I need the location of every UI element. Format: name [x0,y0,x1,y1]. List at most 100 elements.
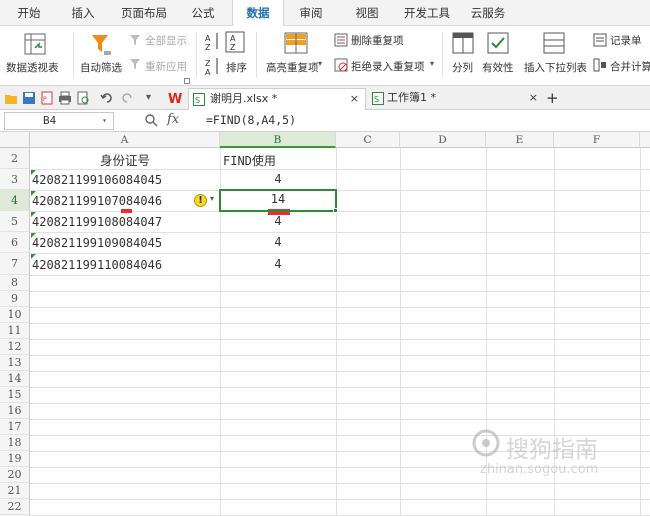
error-warning-icon[interactable]: ! [194,194,207,207]
merge-calc-button[interactable]: 合并计算 [610,59,650,74]
tab-start[interactable]: 开始 [8,0,50,26]
row-header[interactable]: 21 [0,483,30,499]
highlight-duplicates-dropdown-icon[interactable]: ▾ [318,59,322,68]
cell-a3[interactable]: 420821199106084045 [32,173,162,187]
zoom-function-icon[interactable] [144,113,158,130]
cell-a4[interactable]: 420821199107084046 [32,194,162,208]
pivot-table-button[interactable]: 数据透视表 [6,60,59,75]
dropdown-list-icon[interactable] [543,32,565,57]
row-header[interactable]: 14 [0,371,30,387]
remove-duplicates-button[interactable]: 删除重复项 [351,33,404,48]
reject-duplicates-icon[interactable] [334,58,348,75]
new-tab-icon[interactable]: + [546,88,562,110]
cell-a5[interactable]: 420821199108084047 [32,215,162,229]
sort-descending-icon[interactable]: ZA [203,56,221,79]
row-header[interactable]: 10 [0,307,30,323]
select-all-corner[interactable] [0,132,30,148]
column-header-f[interactable]: F [554,132,640,148]
print-preview-icon[interactable] [76,91,90,105]
row-header[interactable]: 22 [0,499,30,515]
split-column-icon[interactable] [452,32,474,57]
undo-icon[interactable] [100,91,114,105]
row-header[interactable]: 5 [0,211,30,232]
sort-button[interactable]: 排序 [226,60,247,75]
row-header[interactable]: 13 [0,355,30,371]
highlight-duplicates-icon[interactable] [284,32,308,57]
row-header[interactable]: 8 [0,275,30,291]
row-header[interactable]: 6 [0,232,30,253]
row-header[interactable]: 19 [0,451,30,467]
warning-dropdown-icon[interactable]: ▾ [210,194,214,203]
cell-b3[interactable]: 4 [220,172,336,186]
dropdown-list-button[interactable]: 插入下拉列表 [524,60,587,75]
cell-b7[interactable]: 4 [220,257,336,271]
name-box-dropdown-icon[interactable]: ▾ [102,113,107,129]
reject-duplicates-button[interactable]: 拒绝录入重复项 [351,59,425,74]
column-header-b[interactable]: B [220,132,336,148]
column-header-a[interactable]: A [30,132,220,148]
reapply-button[interactable]: 重新应用 [145,59,187,74]
sort-dialog-icon[interactable]: AZ [225,31,245,56]
column-header-e[interactable]: E [486,132,554,148]
highlight-duplicates-button[interactable]: 高亮重复项 [266,60,319,75]
cell-b5[interactable]: 4 [220,214,336,228]
tab-developer[interactable]: 开发工具 [398,0,456,26]
validity-icon[interactable] [487,32,509,57]
quick-access-dropdown-icon[interactable]: ▾ [146,91,160,105]
row-header[interactable]: 7 [0,253,30,275]
print-icon[interactable] [58,91,72,105]
split-column-button[interactable]: 分列 [452,60,473,75]
row-header[interactable]: 20 [0,467,30,483]
tab-page-layout[interactable]: 页面布局 [114,0,174,26]
save-icon[interactable] [22,91,36,105]
cell-a2[interactable]: 身份证号 [30,150,220,169]
row-header[interactable]: 2 [0,148,30,169]
cell-a7[interactable]: 420821199110084046 [32,258,162,272]
merge-calc-icon[interactable] [593,58,607,75]
row-header[interactable]: 9 [0,291,30,307]
tab-review[interactable]: 审阅 [292,0,330,26]
show-all-button[interactable]: 全部显示 [145,33,187,48]
row-header[interactable]: 12 [0,339,30,355]
reject-duplicates-dropdown-icon[interactable]: ▾ [430,59,434,68]
validity-button[interactable]: 有效性 [482,60,514,75]
column-header-g[interactable] [640,132,650,148]
row-header[interactable]: 17 [0,419,30,435]
doc-tab-close-icon[interactable]: × [350,89,359,109]
wps-logo-icon[interactable]: W [168,91,182,107]
redo-icon[interactable] [120,91,134,105]
cell-b2[interactable]: FIND使用 [223,152,276,169]
remove-duplicates-icon[interactable] [334,33,348,50]
doc-tab-close-icon[interactable]: × [529,88,538,108]
sort-ascending-icon[interactable]: AZ [203,31,221,54]
tab-view[interactable]: 视图 [346,0,388,26]
export-pdf-icon[interactable]: P [40,91,54,105]
row-header[interactable]: 15 [0,387,30,403]
pivot-table-icon[interactable] [24,33,46,58]
record-form-button[interactable]: 记录单 [610,33,642,48]
funnel-icon[interactable] [90,32,112,59]
row-header[interactable]: 11 [0,323,30,339]
tab-data[interactable]: 数据 [232,0,284,27]
cell-b6[interactable]: 4 [220,235,336,249]
tab-formula[interactable]: 公式 [184,0,222,26]
tab-insert[interactable]: 插入 [64,0,102,26]
doc-tab-inactive[interactable]: S 工作簿1 * × [370,88,548,110]
insert-function-icon[interactable]: fx [167,112,179,127]
name-box[interactable]: B4 ▾ [4,112,114,130]
row-header-selected[interactable]: 4 [0,190,30,211]
column-header-d[interactable]: D [400,132,486,148]
record-form-icon[interactable] [593,33,607,50]
row-header[interactable]: 18 [0,435,30,451]
open-folder-icon[interactable] [4,91,18,105]
row-header[interactable]: 16 [0,403,30,419]
fill-handle[interactable] [333,208,338,213]
tab-cloud[interactable]: 云服务 [464,0,512,26]
cell-a6[interactable]: 420821199109084045 [32,236,162,250]
formula-input[interactable]: =FIND(8,A4,5) [200,112,648,130]
doc-tab-active[interactable]: S 谢明月.xlsx * × [188,88,366,110]
row-header[interactable]: 3 [0,169,30,190]
svg-text:S: S [195,96,200,105]
column-header-c[interactable]: C [336,132,400,148]
autofilter-button[interactable]: 自动筛选 [80,60,122,75]
